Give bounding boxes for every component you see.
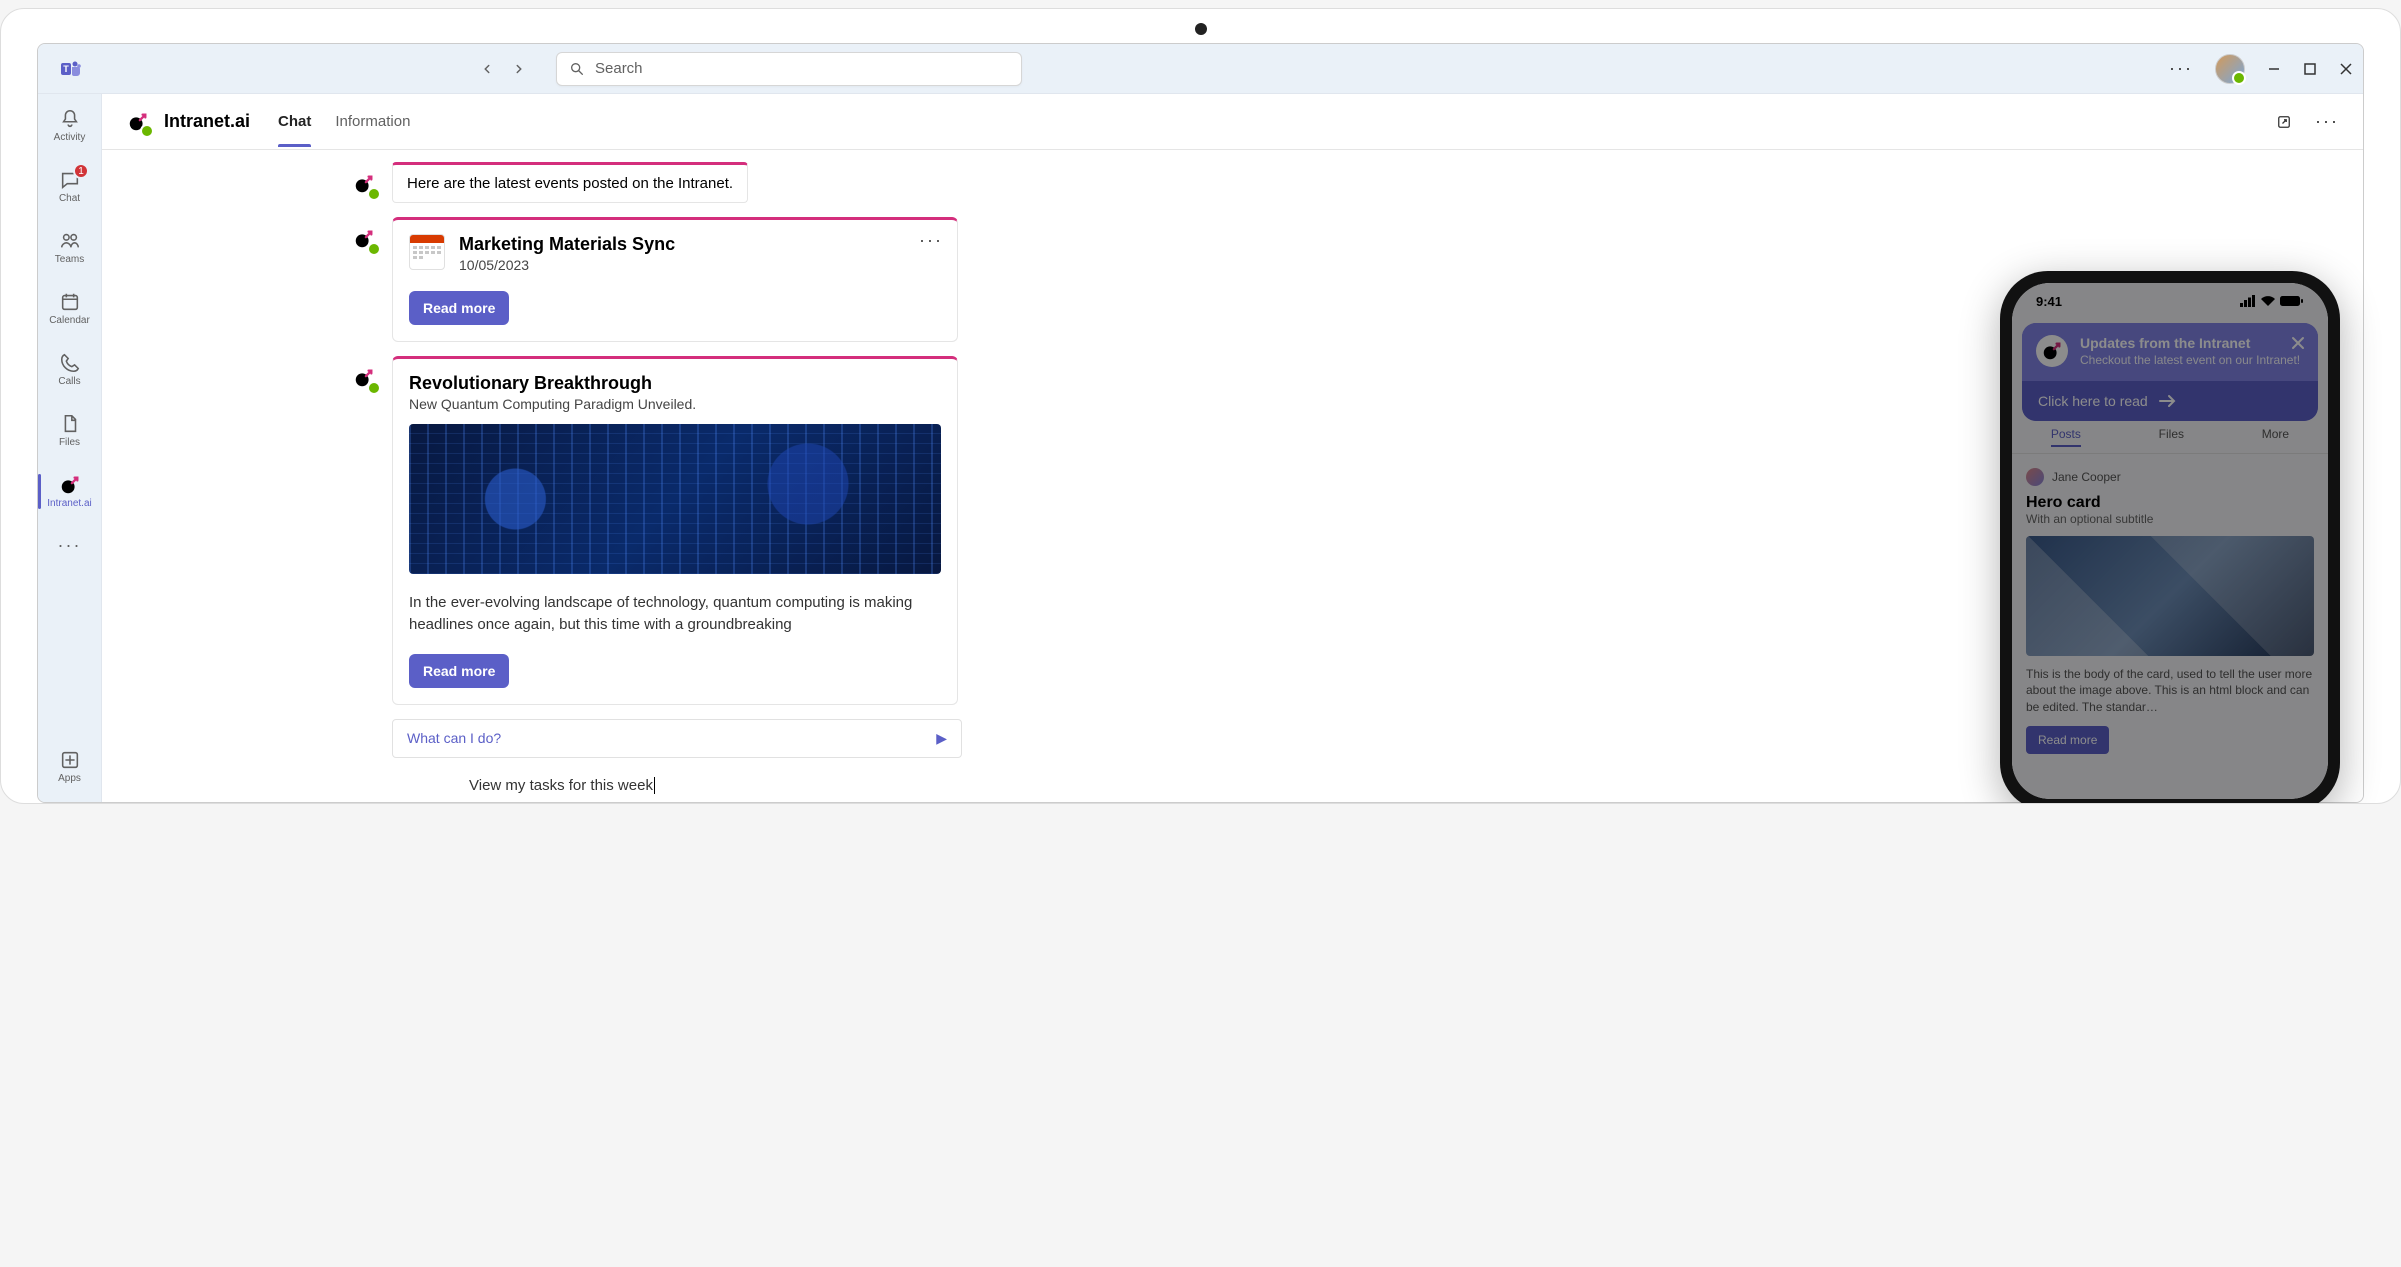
message-composer[interactable]: View my tasks for this week	[454, 768, 1204, 803]
notification-banner: Updates from the Intranet Checkout the l…	[2022, 323, 2318, 421]
tab-chat[interactable]: Chat	[278, 97, 311, 146]
news-card: Revolutionary Breakthrough New Quantum C…	[392, 356, 958, 705]
target-icon	[353, 173, 375, 195]
maximize-icon[interactable]	[2303, 62, 2317, 76]
phone-mockup: 9:41 Updates from the Intranet Checkout …	[2000, 271, 2340, 804]
rail-calendar[interactable]: Calendar	[38, 287, 101, 330]
close-icon[interactable]	[2339, 62, 2353, 76]
chat-badge: 1	[73, 163, 89, 179]
people-icon	[59, 230, 81, 252]
notification-cta[interactable]: Click here to read	[2022, 381, 2318, 421]
author-avatar	[2026, 468, 2044, 486]
hero-card-image	[2026, 536, 2314, 656]
app-logo	[126, 110, 150, 134]
suggested-action-label: What can I do?	[407, 730, 501, 746]
close-icon[interactable]	[2290, 335, 2306, 351]
phone-tab-posts[interactable]: Posts	[2051, 427, 2081, 447]
camera-dot	[1195, 23, 1207, 35]
card-title: Revolutionary Breakthrough	[409, 373, 941, 394]
target-icon	[2041, 340, 2063, 362]
target-icon	[353, 367, 375, 389]
arrow-right-icon	[2158, 394, 2176, 408]
rail-calls[interactable]: Calls	[38, 348, 101, 391]
search-input[interactable]: Search	[556, 52, 1022, 86]
rail-apps[interactable]: Apps	[38, 745, 101, 788]
app-rail: Activity Chat 1 Teams Calendar Calls	[38, 94, 102, 802]
bot-avatar	[350, 170, 378, 198]
ellipsis-icon: ···	[58, 535, 82, 556]
user-avatar[interactable]	[2215, 54, 2245, 84]
page-header: Intranet.ai Chat Information ···	[102, 94, 2363, 150]
post-author: Jane Cooper	[2026, 468, 2314, 486]
text-cursor	[654, 777, 655, 794]
rail-teams[interactable]: Teams	[38, 226, 101, 269]
header-more-icon[interactable]: ···	[2315, 111, 2339, 132]
phone-icon	[59, 352, 81, 374]
phone-statusbar: 9:41	[2012, 283, 2328, 319]
tab-information[interactable]: Information	[335, 97, 410, 146]
phone-tab-more[interactable]: More	[2262, 427, 2289, 447]
bell-icon	[59, 108, 81, 130]
app-title: Intranet.ai	[164, 111, 250, 132]
titlebar: T Search ···	[38, 44, 2363, 94]
card-title: Marketing Materials Sync	[459, 234, 675, 255]
teams-logo-icon: T	[58, 57, 82, 81]
phone-time: 9:41	[2036, 294, 2062, 309]
search-placeholder: Search	[595, 60, 643, 77]
notification-cta-label: Click here to read	[2038, 393, 2148, 409]
rail-chat[interactable]: Chat 1	[38, 165, 101, 208]
read-more-button[interactable]: Read more	[409, 291, 509, 325]
file-icon	[59, 413, 81, 435]
notification-title: Updates from the Intranet	[2080, 335, 2300, 351]
target-icon	[353, 228, 375, 250]
notification-app-icon	[2036, 335, 2068, 367]
svg-text:T: T	[63, 64, 69, 74]
rail-activity[interactable]: Activity	[38, 104, 101, 147]
back-icon[interactable]	[480, 62, 494, 76]
card-more-icon[interactable]: ···	[919, 230, 943, 251]
target-icon	[127, 111, 149, 133]
target-icon	[59, 474, 81, 496]
wifi-icon	[2260, 295, 2276, 307]
apps-icon	[59, 749, 81, 771]
bot-avatar	[350, 225, 378, 253]
play-icon: ▶	[936, 730, 947, 747]
hero-read-more-button[interactable]: Read more	[2026, 726, 2109, 754]
author-name: Jane Cooper	[2052, 470, 2121, 484]
phone-tab-files[interactable]: Files	[2159, 427, 2184, 447]
read-more-button[interactable]: Read more	[409, 654, 509, 688]
calendar-event-icon	[409, 234, 445, 270]
card-subtitle: New Quantum Computing Paradigm Unveiled.	[409, 396, 941, 412]
battery-icon	[2280, 295, 2304, 307]
bot-avatar	[350, 364, 378, 392]
minimize-icon[interactable]	[2267, 62, 2281, 76]
hero-card-subtitle: With an optional subtitle	[2026, 512, 2314, 526]
bot-message: Here are the latest events posted on the…	[392, 162, 748, 203]
search-icon	[569, 61, 585, 77]
rail-intranet[interactable]: Intranet.ai	[38, 470, 101, 513]
rail-more[interactable]: ···	[38, 531, 101, 560]
suggested-action[interactable]: What can I do? ▶	[392, 719, 962, 758]
phone-tabs: Posts Files More	[2012, 421, 2328, 454]
app-more-icon[interactable]: ···	[2169, 58, 2193, 79]
forward-icon[interactable]	[512, 62, 526, 76]
hero-card-title: Hero card	[2026, 494, 2314, 512]
popout-icon[interactable]	[2275, 113, 2293, 131]
notification-body: Checkout the latest event on our Intrane…	[2080, 353, 2300, 369]
signal-icon	[2240, 295, 2256, 307]
event-card: ··· Marketing Materials Sync 10/05/2023	[392, 217, 958, 342]
composer-text: View my tasks for this week	[469, 777, 653, 794]
card-body: In the ever-evolving landscape of techno…	[409, 592, 941, 636]
card-image	[409, 424, 941, 574]
hero-card-body: This is the body of the card, used to te…	[2026, 666, 2314, 716]
rail-files[interactable]: Files	[38, 409, 101, 452]
calendar-icon	[59, 291, 81, 313]
card-date: 10/05/2023	[459, 257, 675, 273]
